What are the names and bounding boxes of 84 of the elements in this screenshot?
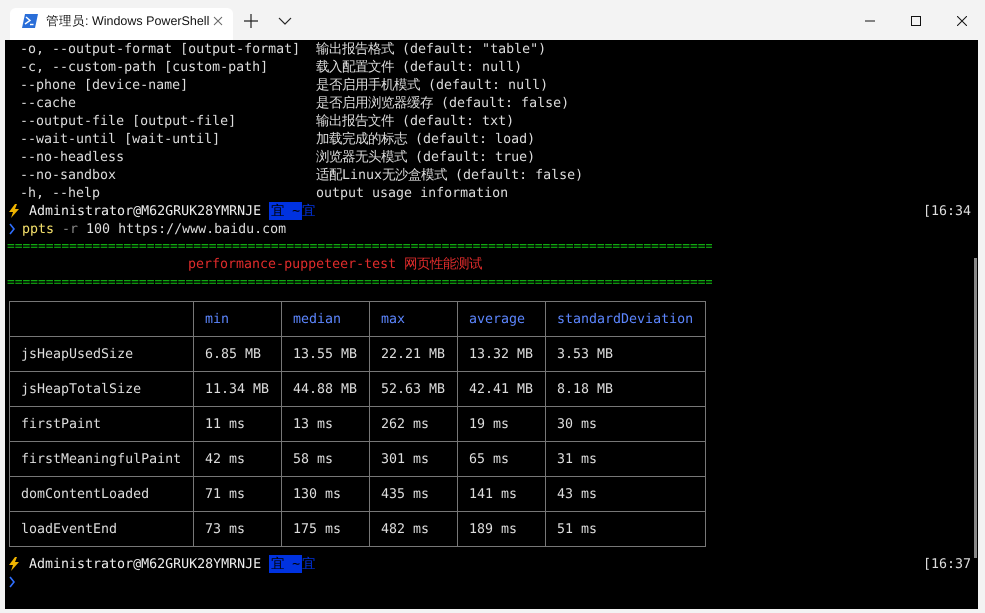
table-cell: jsHeapUsedSize	[10, 336, 194, 372]
table-cell: 130 ms	[282, 476, 370, 512]
table-cell: 482 ms	[370, 512, 458, 546]
table-cell: 141 ms	[458, 476, 546, 512]
table-cell: 13 ms	[282, 406, 370, 442]
prompt-user: Administrator@M62GRUK28YMRNJE	[29, 204, 262, 218]
table-cell: 44.88 MB	[282, 372, 370, 406]
table-cell: firstPaint	[10, 406, 194, 442]
lightning-icon	[9, 557, 19, 571]
option-label: --phone [device-name]	[20, 78, 188, 92]
table-cell: loadEventEnd	[10, 512, 194, 546]
option-label: --no-sandbox	[20, 168, 116, 182]
path-segment: 宜 ~	[269, 555, 302, 573]
table-cell: 52.63 MB	[370, 372, 458, 406]
option-label: --no-headless	[20, 150, 124, 164]
option-description: 加载完成的标志 (default: load)	[316, 130, 536, 148]
tab-title: 管理员: Windows PowerShell	[46, 12, 210, 30]
close-tab-icon[interactable]	[213, 16, 223, 26]
table-cell: domContentLoaded	[10, 476, 194, 512]
table-cell: 19 ms	[458, 406, 546, 442]
table-cell: 6.85 MB	[194, 336, 282, 372]
table-cell: 65 ms	[458, 442, 546, 476]
dropdown-icon[interactable]	[278, 17, 292, 25]
table-cell: 301 ms	[370, 442, 458, 476]
column-header: max	[370, 302, 458, 336]
scrollbar[interactable]	[974, 258, 977, 558]
command-option-text: -r	[62, 222, 78, 236]
table-cell: 11 ms	[194, 406, 282, 442]
table-cell: 22.21 MB	[370, 336, 458, 372]
table-cell: 42.41 MB	[458, 372, 546, 406]
table-cell: 30 ms	[546, 406, 706, 442]
segment-end-glyph: 宜	[302, 202, 316, 220]
prompt-time: [16:37	[922, 556, 971, 572]
table-cell: 43 ms	[546, 476, 706, 512]
option-description: output usage information	[316, 186, 508, 200]
column-header: median	[282, 302, 370, 336]
prompt-user: Administrator@M62GRUK28YMRNJE	[29, 556, 262, 572]
column-header: average	[458, 302, 546, 336]
table-cell: 262 ms	[370, 406, 458, 442]
table-cell: 31 ms	[546, 442, 706, 476]
option-description: 载入配置文件 (default: null)	[316, 58, 522, 76]
table-cell: 42 ms	[194, 442, 282, 476]
option-description: 浏览器无头模式 (default: true)	[316, 148, 536, 166]
option-label: --wait-until [wait-until]	[20, 132, 220, 146]
table-cell: 58 ms	[282, 442, 370, 476]
table-cell: jsHeapTotalSize	[10, 372, 194, 406]
option-description: 适配Linux无沙盒模式 (default: false)	[316, 166, 584, 184]
option-label: --output-file [output-file]	[20, 114, 236, 128]
powershell-icon	[22, 14, 38, 28]
command-arguments: 100 https://www.baidu.com	[86, 222, 286, 236]
table-cell: 189 ms	[458, 512, 546, 546]
option-description: 输出报告格式 (default: "table")	[316, 40, 546, 58]
table-cell: 13.32 MB	[458, 336, 546, 372]
table-cell: 71 ms	[194, 476, 282, 512]
column-header: standardDeviation	[546, 302, 706, 336]
option-label: -h, --help	[20, 186, 100, 200]
option-label: -c, --custom-path [custom-path]	[20, 60, 268, 74]
table-cell: firstMeaningfulPaint	[10, 442, 194, 476]
table-cell: 3.53 MB	[546, 336, 706, 372]
segment-end-glyph: 宜	[302, 556, 316, 573]
column-header: min	[194, 302, 282, 336]
lightning-icon	[9, 204, 19, 218]
table-cell: 8.18 MB	[546, 372, 706, 406]
table-cell: 435 ms	[370, 476, 458, 512]
report-title: performance-puppeteer-test 网页性能测试	[187, 256, 484, 274]
option-description: 是否启用手机模式 (default: null)	[316, 76, 548, 94]
option-label: --cache	[20, 96, 76, 110]
new-tab-icon[interactable]	[244, 14, 258, 28]
terminal-tab[interactable]: 管理员: Windows PowerShell	[10, 8, 233, 40]
option-label: -o, --output-format [output-format]	[20, 42, 300, 56]
command-program: ppts	[22, 222, 54, 236]
path-segment: 宜 ~	[269, 202, 302, 220]
maximize-icon[interactable]	[911, 16, 921, 26]
prompt-chevron-icon	[9, 223, 15, 235]
table-cell: 13.55 MB	[282, 336, 370, 372]
prompt-chevron-icon	[9, 576, 15, 588]
table-cell: 51 ms	[546, 512, 706, 546]
table-cell: 175 ms	[282, 512, 370, 546]
table-cell: 11.34 MB	[194, 372, 282, 406]
option-description: 输出报告文件 (default: txt)	[316, 112, 514, 130]
table-cell: 73 ms	[194, 512, 282, 546]
option-description: 是否启用浏览器缓存 (default: false)	[316, 94, 570, 112]
prompt-time: [16:34	[922, 204, 971, 218]
close-icon[interactable]	[957, 16, 967, 26]
